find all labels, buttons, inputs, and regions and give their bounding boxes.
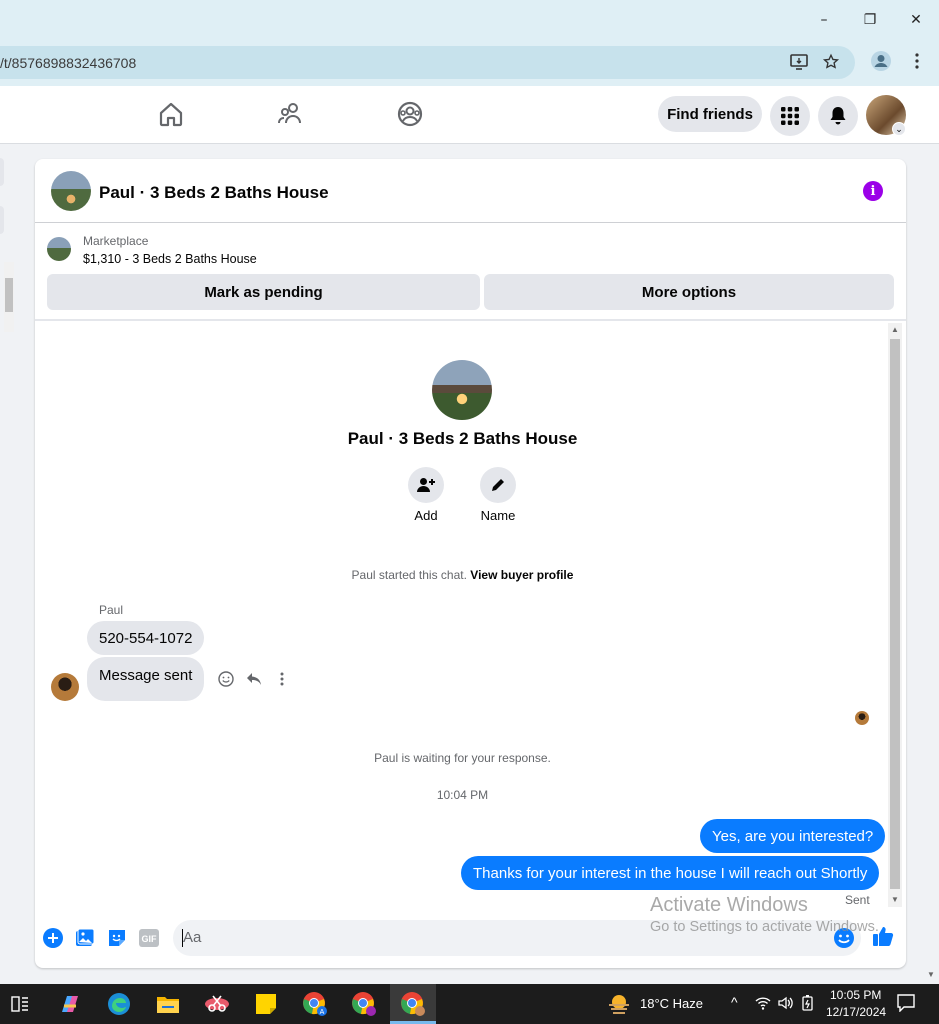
weather-text[interactable]: 18°C Haze: [640, 996, 703, 1011]
seen-indicator-avatar: [855, 711, 869, 725]
photo-icon[interactable]: [74, 927, 96, 949]
more-actions-icon[interactable]: [272, 669, 292, 689]
wifi-icon[interactable]: [755, 995, 771, 1014]
bookmark-star-icon[interactable]: [820, 51, 842, 73]
activate-windows-subtitle: Go to Settings to activate Windows.: [650, 919, 879, 935]
thread-title[interactable]: Paul · 3 Beds 2 Baths House: [99, 183, 329, 203]
sticky-notes-icon[interactable]: [252, 990, 280, 1018]
name-label: Name: [480, 508, 516, 523]
weather-haze-icon[interactable]: [605, 990, 633, 1018]
snipping-tool-icon[interactable]: [203, 990, 231, 1018]
menu-grid-button[interactable]: [770, 96, 810, 136]
volume-icon[interactable]: [777, 995, 793, 1014]
clock-time[interactable]: 10:05 PM: [830, 988, 881, 1002]
facebook-top-nav: Find friends ⌄: [0, 86, 939, 144]
browser-toolbar: /t/8576898832436708: [0, 40, 939, 86]
find-friends-button[interactable]: Find friends: [658, 96, 762, 132]
incoming-message[interactable]: Message sent: [87, 657, 205, 701]
notification-center-icon[interactable]: [897, 994, 915, 1015]
sender-avatar[interactable]: [51, 673, 79, 701]
task-view-icon[interactable]: [6, 990, 34, 1018]
browser-menu-icon[interactable]: [906, 50, 928, 72]
minimize-button[interactable]: –: [801, 6, 847, 34]
chat-started-text: Paul started this chat.: [351, 568, 467, 582]
chat-panel: Paul · 3 Beds 2 Baths House i Marketplac…: [35, 159, 906, 968]
add-label: Add: [414, 508, 438, 523]
sender-name: Paul: [99, 603, 124, 617]
battery-icon[interactable]: [801, 995, 815, 1014]
restore-button[interactable]: ❐: [847, 6, 893, 34]
plus-circle-icon[interactable]: [42, 927, 64, 949]
mark-as-pending-button[interactable]: Mark as pending: [47, 274, 480, 310]
file-explorer-icon[interactable]: [154, 990, 182, 1018]
clock-date[interactable]: 12/17/2024: [826, 1005, 886, 1019]
header-divider: [35, 222, 906, 223]
left-scrollbar-thumb[interactable]: [5, 278, 13, 312]
add-contact-button[interactable]: [408, 467, 444, 503]
activate-windows-title: Activate Windows: [650, 894, 808, 916]
actions-divider: [35, 319, 906, 321]
more-options-button[interactable]: More options: [484, 274, 894, 310]
chrome-profile-a-icon[interactable]: A: [301, 990, 329, 1018]
contact-name: Paul · 3 Beds 2 Baths House: [347, 429, 578, 448]
url-text: /t/8576898832436708: [0, 55, 137, 71]
gif-icon[interactable]: GIF: [138, 927, 160, 949]
listing-thumbnail[interactable]: [47, 237, 71, 261]
marketplace-label: Marketplace: [83, 234, 149, 248]
chevron-down-icon[interactable]: ⌄: [892, 122, 906, 136]
notifications-button[interactable]: [818, 96, 858, 136]
outgoing-message[interactable]: Yes, are you interested?: [700, 819, 886, 853]
scroll-down-arrow-icon[interactable]: ▼: [891, 895, 899, 904]
friends-icon[interactable]: [277, 100, 305, 128]
edge-icon[interactable]: [105, 990, 133, 1018]
edit-name-button[interactable]: [480, 467, 516, 503]
message-status: Sent: [845, 893, 870, 907]
bell-icon: [830, 107, 846, 125]
grid-icon: [781, 107, 799, 125]
reply-icon[interactable]: [244, 669, 264, 689]
profile-icon[interactable]: [870, 50, 892, 72]
groups-icon[interactable]: [396, 100, 424, 128]
waiting-notice: Paul is waiting for your response.: [374, 751, 551, 765]
message-input-placeholder: Aa: [183, 929, 202, 946]
info-icon[interactable]: i: [863, 181, 883, 201]
contact-profile-photo[interactable]: [432, 360, 492, 420]
home-icon[interactable]: [157, 100, 185, 128]
left-sidebar-edge: [0, 144, 18, 984]
sticker-icon[interactable]: [106, 927, 128, 949]
svg-text:GIF: GIF: [142, 934, 158, 944]
listing-title[interactable]: $1,310 - 3 Beds 2 Baths House: [83, 252, 257, 266]
outgoing-message[interactable]: Thanks for your interest in the house I …: [461, 856, 880, 890]
view-buyer-profile-link[interactable]: View buyer profile: [470, 568, 573, 582]
message-timestamp: 10:04 PM: [436, 788, 489, 802]
thread-avatar[interactable]: [51, 171, 91, 211]
show-hidden-icons-chevron-up-icon[interactable]: ^: [731, 994, 738, 1010]
close-window-button[interactable]: ✕: [893, 6, 939, 34]
chrome-profile-c-icon[interactable]: [399, 990, 427, 1018]
install-app-icon[interactable]: [788, 51, 810, 73]
scroll-up-arrow-icon[interactable]: ▲: [891, 325, 899, 334]
chat-scrollbar-thumb[interactable]: [890, 339, 900, 889]
react-emoji-icon[interactable]: [216, 669, 236, 689]
svg-text:A: A: [320, 1009, 325, 1016]
pencil-icon: [492, 479, 504, 491]
page-scroll-down-arrow-icon[interactable]: ▼: [927, 970, 935, 979]
chat-started-notice: Paul started this chat. View buyer profi…: [35, 568, 890, 582]
address-bar[interactable]: /t/8576898832436708: [0, 46, 855, 79]
incoming-message[interactable]: 520-554-1072: [87, 621, 205, 655]
copilot-icon[interactable]: [56, 990, 84, 1018]
add-person-icon: [417, 478, 435, 492]
chrome-profile-b-icon[interactable]: [350, 990, 378, 1018]
windows-taskbar: A 18°C Haze ^ 10:05 PM 12/17/2024: [0, 984, 939, 1024]
browser-title-bar: – ❐ ✕: [0, 0, 939, 40]
